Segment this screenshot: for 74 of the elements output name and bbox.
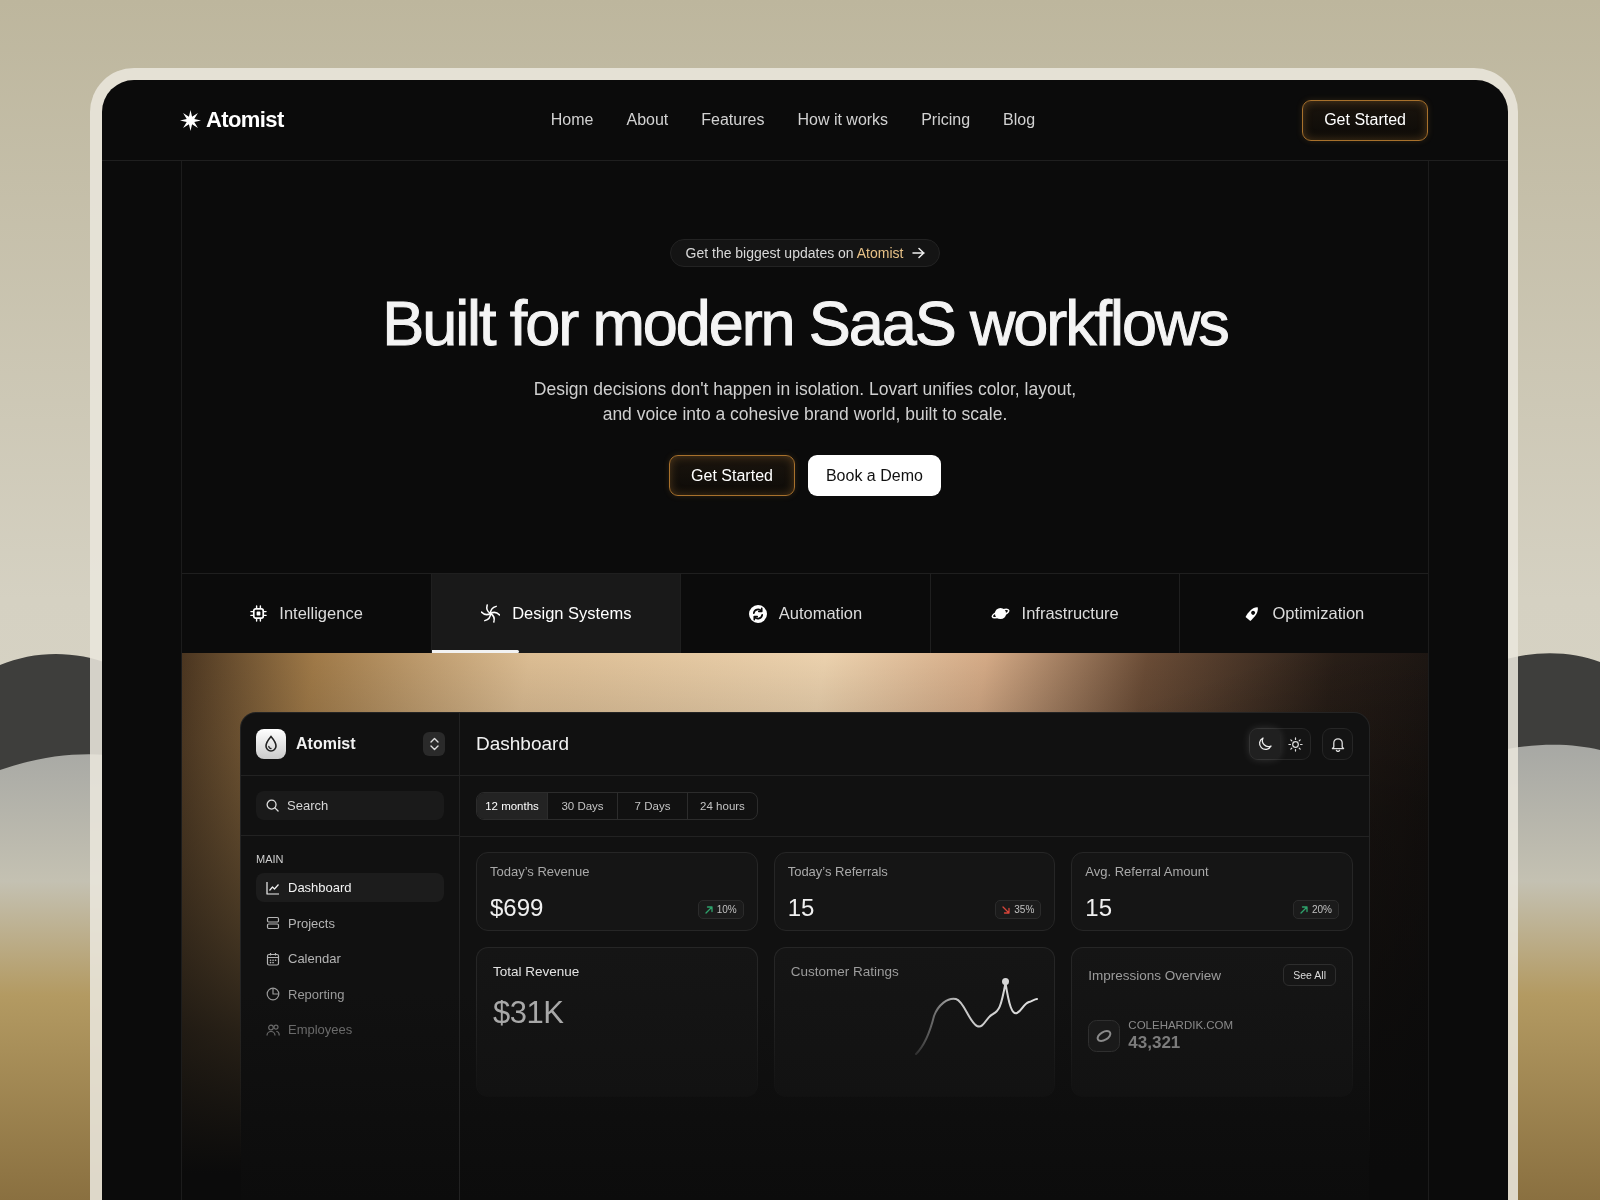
workspace-switcher-button[interactable] bbox=[423, 732, 445, 756]
workspace-name: Atomist bbox=[296, 735, 356, 753]
card-title: Customer Ratings bbox=[790, 964, 899, 979]
sidebar-item[interactable]: Calendar bbox=[256, 944, 444, 973]
people-icon bbox=[266, 1022, 280, 1037]
page-title: Dashboard bbox=[476, 733, 569, 755]
nav-link[interactable]: How it works bbox=[797, 111, 889, 129]
rocket-icon bbox=[1243, 605, 1261, 622]
trend-up-icon bbox=[704, 905, 713, 914]
peak-dot-icon bbox=[1002, 978, 1010, 985]
sidebar-item[interactable]: Reporting bbox=[256, 979, 444, 1009]
nav-link[interactable]: Features bbox=[701, 111, 765, 129]
search-input[interactable]: Search bbox=[287, 797, 417, 814]
hero-subtitle: Design decisions don't happen in isolation. Lovart unifies color, layout, and voice into a cohesive brand world, built to scale. bbox=[532, 378, 1078, 426]
notifications-button[interactable] bbox=[1322, 728, 1353, 760]
section-label: MAIN bbox=[256, 853, 284, 865]
chip-icon bbox=[250, 605, 268, 622]
period-option[interactable]: 30 Days bbox=[547, 793, 617, 819]
trend-down-icon bbox=[1002, 905, 1011, 914]
stat-label: Today’s Referrals bbox=[787, 864, 889, 879]
logo-star-icon bbox=[180, 109, 201, 131]
stacked-rows-icon bbox=[266, 916, 280, 930]
change-value: 35% bbox=[1014, 904, 1035, 915]
period-option[interactable]: 24 hours bbox=[687, 793, 757, 819]
period-option[interactable]: 12 months bbox=[477, 793, 547, 819]
feature-tab[interactable]: Intelligence bbox=[182, 574, 432, 653]
feature-tab[interactable]: Automation bbox=[680, 574, 930, 653]
stat-value: $699 bbox=[490, 895, 544, 921]
drop-logo-icon bbox=[256, 729, 286, 759]
sun-icon bbox=[1287, 736, 1303, 752]
hero-heading: Built for modern SaaS workflows bbox=[382, 289, 1228, 358]
period-option[interactable]: 7 Days bbox=[617, 793, 687, 819]
line-chart-icon bbox=[266, 880, 280, 895]
nav-link[interactable]: Pricing bbox=[921, 111, 971, 129]
sidebar-item[interactable]: Projects bbox=[256, 908, 444, 938]
trend-up-icon bbox=[1299, 905, 1308, 914]
sidebar-item[interactable]: Dashboard bbox=[256, 873, 444, 902]
site-name: COLEHARDIK.COM bbox=[1128, 1019, 1234, 1031]
book-demo-button[interactable]: Book a Demo bbox=[807, 455, 941, 496]
refresh-circle-icon bbox=[748, 604, 767, 623]
swirl-icon bbox=[481, 604, 501, 623]
nav-link[interactable]: Home bbox=[550, 111, 594, 129]
dark-mode-button[interactable] bbox=[1250, 729, 1280, 759]
card-title: Impressions Overview bbox=[1088, 967, 1222, 983]
impressions-value: 43,321 bbox=[1128, 1033, 1182, 1053]
stat-label: Avg. Referral Amount bbox=[1085, 864, 1210, 879]
stat-label: Today’s Revenue bbox=[490, 864, 591, 879]
chevron-up-down-icon bbox=[429, 737, 439, 751]
get-started-button[interactable]: Get Started bbox=[1302, 99, 1428, 141]
stat-value: 15 bbox=[787, 895, 815, 921]
stat-value: 15 bbox=[1085, 895, 1113, 921]
bell-icon bbox=[1330, 736, 1345, 752]
see-all-button[interactable]: See All bbox=[1283, 964, 1336, 986]
feature-tab[interactable]: Infrastructure bbox=[929, 574, 1179, 653]
feature-tab[interactable]: Optimization bbox=[1178, 574, 1428, 653]
nav-link[interactable]: About bbox=[626, 111, 669, 129]
planet-icon bbox=[990, 606, 1010, 621]
search-field[interactable]: Search bbox=[256, 791, 444, 820]
announcement-link[interactable]: Get the biggest updates on Atomist bbox=[669, 239, 941, 267]
moon-icon bbox=[1258, 737, 1272, 751]
feature-tab[interactable]: Design Systems bbox=[431, 574, 681, 653]
get-started-button[interactable]: Get Started bbox=[669, 455, 795, 496]
search-icon bbox=[266, 799, 279, 812]
revenue-value: $31K bbox=[493, 995, 565, 1031]
pie-chart-icon bbox=[266, 987, 280, 1001]
change-value: 10% bbox=[716, 904, 737, 915]
arrow-right-icon bbox=[912, 247, 926, 259]
nav-link[interactable]: Blog bbox=[1003, 111, 1036, 129]
sidebar-item[interactable]: Employees bbox=[256, 1015, 444, 1044]
site-favicon-icon bbox=[1088, 1020, 1121, 1052]
brand-name: Atomist bbox=[206, 107, 284, 133]
calendar-icon bbox=[266, 951, 280, 966]
change-value: 20% bbox=[1311, 904, 1332, 915]
card-title: Total Revenue bbox=[493, 964, 581, 979]
